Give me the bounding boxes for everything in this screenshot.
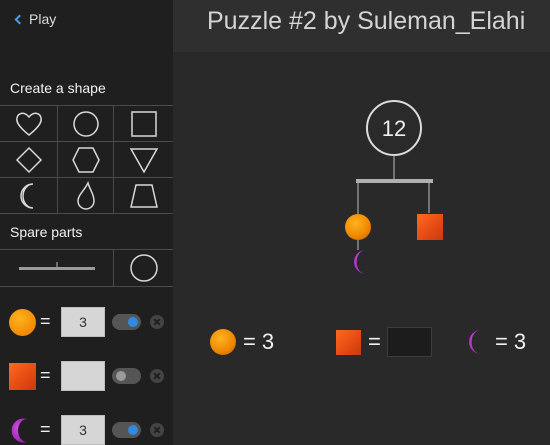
spare-bar-button[interactable] (0, 250, 113, 286)
crescent-icon (19, 182, 33, 209)
purple-crescent-icon (11, 418, 27, 443)
equals-sign: = (40, 419, 51, 439)
puzzle-canvas: 12 = 3 = = 3 (173, 52, 550, 445)
create-shape-title: Create a shape (10, 80, 106, 96)
back-label: Play (29, 11, 57, 27)
back-button[interactable]: Play (14, 10, 57, 28)
equals-sign: = (368, 329, 381, 354)
orange-circle-icon (210, 329, 236, 355)
variable-row-red-square: = (0, 351, 173, 401)
close-icon[interactable] (150, 369, 164, 383)
create-drop-button[interactable] (58, 178, 113, 213)
red-square-icon (9, 363, 36, 390)
red-square-toggle[interactable] (112, 368, 141, 384)
toggle-knob (128, 317, 138, 327)
equation-purple-crescent: = 3 (462, 325, 526, 359)
red-square-answer-input[interactable] (386, 327, 432, 357)
orange-circle-toggle[interactable] (112, 314, 141, 330)
hexagon-icon (71, 146, 100, 173)
create-circle-button[interactable] (58, 106, 113, 141)
bar-icon (18, 262, 95, 270)
equation-red-square: = (335, 325, 432, 359)
mobile-diagram: 12 (345, 100, 443, 274)
variable-row-orange-circle: = 3 (0, 297, 173, 347)
red-square-value-input[interactable] (61, 361, 105, 391)
orange-circle-value-input[interactable]: 3 (61, 307, 105, 337)
toggle-knob (116, 371, 126, 381)
purple-crescent-value-input[interactable]: 3 (61, 415, 105, 445)
equals-sign: = (243, 329, 256, 354)
spare-circle-button[interactable] (114, 250, 173, 286)
create-crescent-button[interactable] (0, 178, 57, 213)
spare-parts-title: Spare parts (10, 224, 83, 240)
equals-sign: = (40, 365, 51, 385)
header: Puzzle #2 by Suleman_Elahi (173, 0, 550, 52)
equation-value: 3 (513, 329, 527, 354)
create-triangle-button[interactable] (114, 142, 173, 177)
total-node[interactable]: 12 (366, 100, 422, 156)
puzzle-app: Play Create a shape Spare parts = 3 = = … (0, 0, 550, 445)
diamond-icon (15, 146, 42, 173)
orange-circle-icon (9, 309, 36, 336)
create-hexagon-button[interactable] (58, 142, 113, 177)
purple-crescent-icon[interactable] (354, 250, 366, 274)
purple-crescent-toggle[interactable] (112, 422, 141, 438)
create-heart-button[interactable] (0, 106, 57, 141)
equation-orange-circle: = 3 (209, 325, 274, 359)
drop-icon (76, 180, 95, 210)
circle-icon (72, 110, 99, 137)
equation-value: 3 (261, 329, 275, 354)
close-icon[interactable] (150, 315, 164, 329)
red-square-icon[interactable] (417, 214, 443, 240)
orange-circle-icon[interactable] (345, 214, 371, 240)
purple-crescent-icon (469, 330, 481, 354)
variable-row-purple-crescent: = 3 (0, 405, 173, 445)
divider (0, 286, 173, 287)
triangle-down-icon (129, 147, 158, 174)
close-icon[interactable] (150, 423, 164, 437)
create-trapezoid-button[interactable] (114, 178, 173, 213)
create-diamond-button[interactable] (0, 142, 57, 177)
mobile-bar[interactable] (356, 179, 433, 183)
square-icon (130, 110, 157, 137)
page-title: Puzzle #2 by Suleman_Elahi (207, 7, 526, 35)
circle-icon (129, 254, 158, 282)
equals-sign: = (40, 311, 51, 331)
trapezoid-icon (129, 183, 158, 208)
create-square-button[interactable] (114, 106, 173, 141)
heart-icon (15, 112, 42, 136)
equals-sign: = (495, 329, 508, 354)
chevron-left-icon (14, 14, 25, 25)
divider (0, 213, 173, 214)
sidebar: Play Create a shape Spare parts = 3 = = … (0, 0, 173, 445)
red-square-icon (336, 329, 361, 355)
total-value: 12 (382, 116, 406, 141)
toggle-knob (128, 425, 138, 435)
